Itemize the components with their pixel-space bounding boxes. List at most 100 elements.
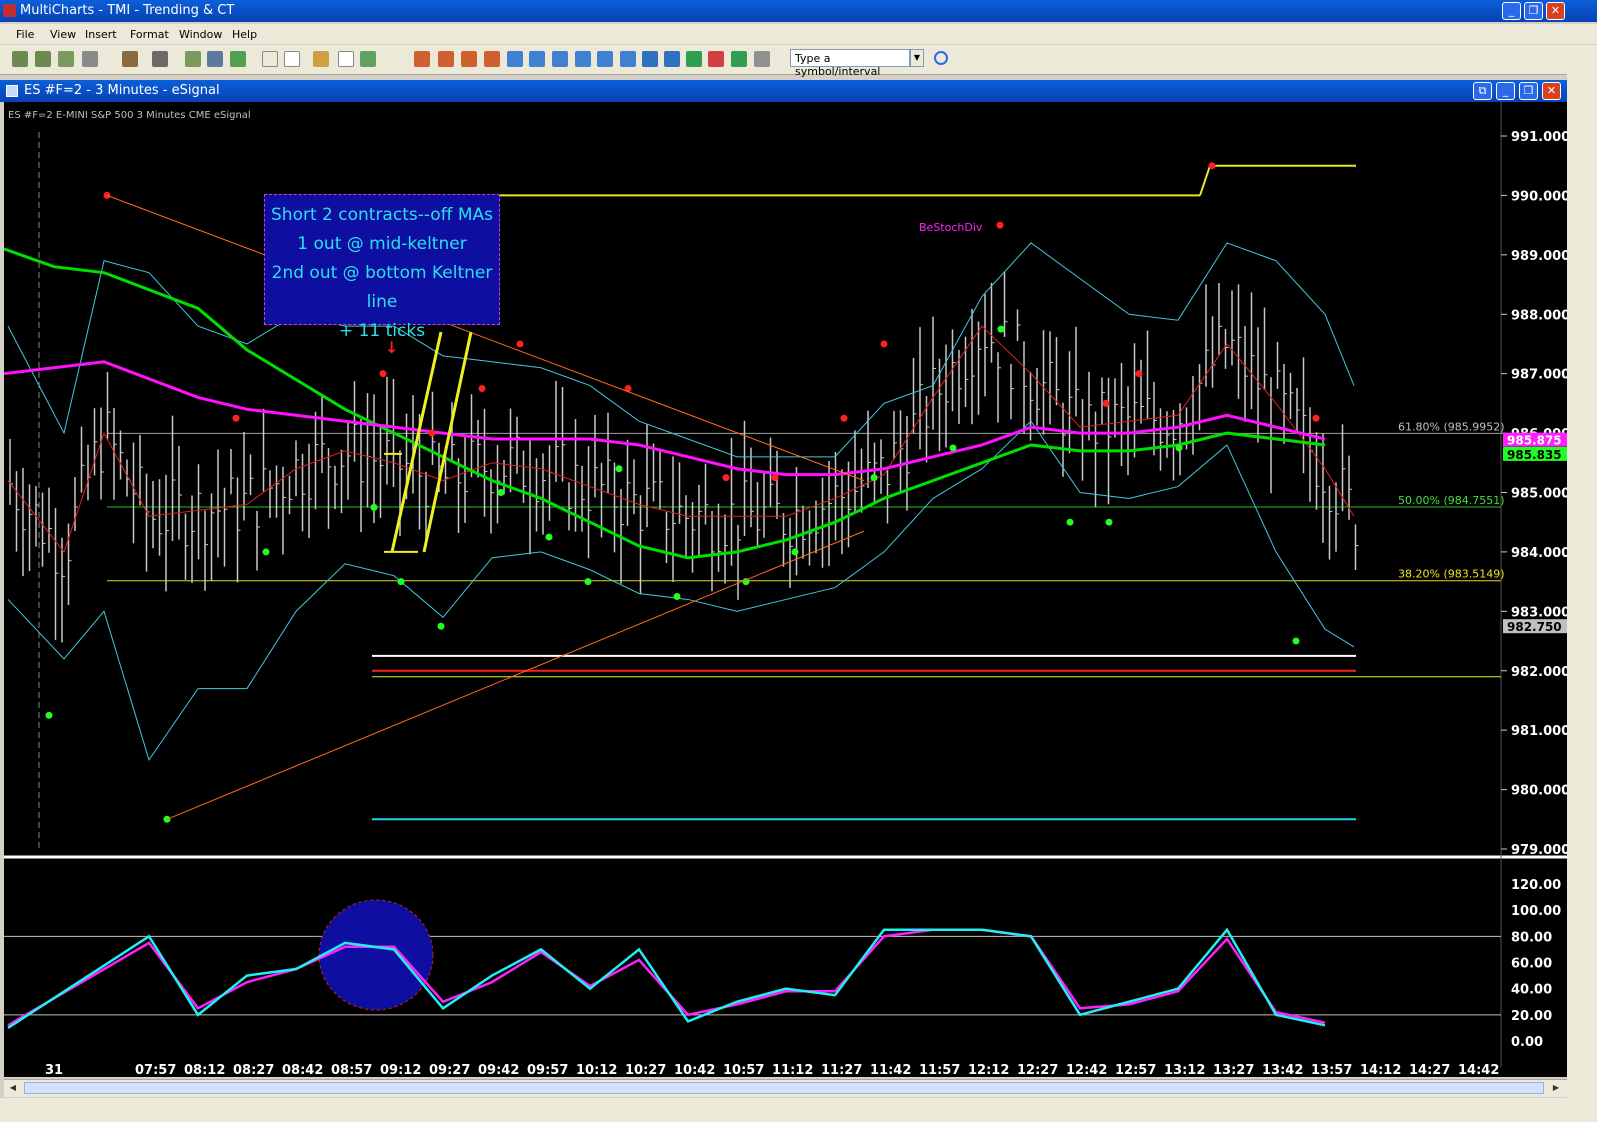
time-axis-label: 09:42 (478, 1063, 519, 1077)
menu-file[interactable]: File (16, 28, 34, 41)
time-axis-label: 11:12 (772, 1063, 813, 1077)
osc-scale-label: 120.00 (1511, 878, 1561, 893)
window-border (1567, 74, 1597, 1098)
annotation-line-1: Short 2 contracts--off MAs (271, 205, 493, 225)
menu-bar: File View Insert Format Window Help (0, 24, 1597, 44)
minimize-button[interactable]: _ (1502, 2, 1521, 20)
annotation-line-3: 2nd out @ bottom Keltner line (271, 263, 493, 312)
osc-scale-label: 100.00 (1511, 904, 1561, 919)
stoch-highlight-circle (318, 899, 434, 1011)
zoom-out-icon[interactable] (664, 51, 680, 67)
swing-high-dot (1208, 162, 1216, 170)
scroll-left-arrow-icon[interactable]: ◀ (6, 1082, 20, 1094)
zoom-in-icon[interactable] (642, 51, 658, 67)
swing-high-dot (771, 474, 779, 482)
swing-low-dot (1066, 518, 1074, 526)
swing-low-dot (584, 578, 592, 586)
indicator-icon[interactable] (207, 51, 223, 67)
price-scale-label: 981.000 (1511, 724, 1567, 739)
menu-view[interactable]: View (50, 28, 76, 41)
expand-icon[interactable] (484, 51, 500, 67)
price-scale-label: 990.000 (1511, 189, 1567, 204)
chart-window-title: ES #F=2 - 3 Minutes - eSignal (24, 83, 220, 98)
fib-level-label: 38.20% (983.5149) (1398, 568, 1505, 581)
format-icon[interactable] (122, 51, 138, 67)
check-icon[interactable] (230, 51, 246, 67)
scrollbar-thumb[interactable] (24, 1082, 1544, 1094)
shift-left-icon[interactable] (552, 51, 568, 67)
price-chart-svg[interactable]: 61.80% (985.9952) 50.00% (984.7551) 38.20%… (4, 102, 1567, 1077)
scroll-right-icon[interactable] (438, 51, 454, 67)
price-scale-label: 985.000 (1511, 487, 1567, 502)
scroll-left-icon[interactable] (414, 51, 430, 67)
swing-low-dot (262, 548, 270, 556)
osc-scale-label: 20.00 (1511, 1009, 1552, 1024)
time-axis-label: 09:57 (527, 1063, 568, 1077)
price-scale-label: 987.000 (1511, 368, 1567, 383)
menu-insert[interactable]: Insert (85, 28, 117, 41)
time-axis-label: 09:27 (429, 1063, 470, 1077)
data-window-icon[interactable] (152, 51, 168, 67)
comment-icon[interactable] (313, 51, 329, 67)
shift-right-icon[interactable] (575, 51, 591, 67)
hourglass-icon[interactable] (461, 51, 477, 67)
menu-format[interactable]: Format (130, 28, 169, 41)
trade-annotation-box[interactable]: Short 2 contracts--off MAs 1 out @ mid-k… (264, 194, 500, 341)
move-icon[interactable] (620, 51, 636, 67)
time-axis-label: 10:27 (625, 1063, 666, 1077)
menu-window[interactable]: Window (179, 28, 222, 41)
swing-high-dot (1135, 370, 1143, 378)
time-axis-label: 31 (45, 1063, 63, 1077)
swing-low-dot (370, 503, 378, 511)
swing-high-dot (722, 474, 730, 482)
settings-icon[interactable] (754, 51, 770, 67)
time-axis-label: 10:12 (576, 1063, 617, 1077)
time-axis-label: 12:12 (968, 1063, 1009, 1077)
last-price-marker-label: 982.750 (1507, 620, 1562, 634)
horizontal-scrollbar[interactable]: ◀ ▶ (4, 1079, 1567, 1097)
clock-icon[interactable] (934, 51, 948, 65)
stop-icon[interactable] (708, 51, 724, 67)
refresh-icon[interactable] (686, 51, 702, 67)
strategy-icon[interactable] (185, 51, 201, 67)
swing-low-dot (997, 325, 1005, 333)
time-axis-label: 08:42 (282, 1063, 323, 1077)
reload-icon[interactable] (731, 51, 747, 67)
time-axis-label: 10:57 (723, 1063, 764, 1077)
chart-window-arrange-button[interactable]: ⧉ (1473, 82, 1492, 100)
fib-level-label: 61.80% (985.9952) (1398, 420, 1505, 433)
symbol-input[interactable]: Type a symbol/interval (790, 49, 910, 78)
fib-level-label: 50.00% (984.7551) (1398, 494, 1505, 507)
new-chart-icon[interactable] (12, 51, 28, 67)
swing-high-dot (840, 414, 848, 422)
app-icon (3, 4, 16, 17)
drawing-tool-icon[interactable] (338, 51, 354, 67)
price-scale-label: 988.000 (1511, 308, 1567, 323)
new-scanner-icon[interactable] (35, 51, 51, 67)
crosshair-icon[interactable] (284, 51, 300, 67)
menu-help[interactable]: Help (232, 28, 257, 41)
time-axis-label: 12:57 (1115, 1063, 1156, 1077)
swing-low-dot (397, 578, 405, 586)
new-dom-icon[interactable] (58, 51, 74, 67)
time-axis-label: 13:27 (1213, 1063, 1254, 1077)
chart-window-restore-button[interactable]: ❐ (1519, 82, 1538, 100)
scale-down-icon[interactable] (529, 51, 545, 67)
restore-button[interactable]: ❐ (1524, 2, 1543, 20)
price-scale-label: 979.000 (1511, 843, 1567, 858)
workspace-icon[interactable] (82, 51, 98, 67)
symbol-dropdown-icon[interactable]: ▼ (910, 49, 924, 67)
chart-window-minimize-button[interactable]: _ (1496, 82, 1515, 100)
scale-up-icon[interactable] (507, 51, 523, 67)
swing-low-dot (1105, 518, 1113, 526)
close-button[interactable]: ✕ (1546, 2, 1565, 20)
swing-low-dot (545, 533, 553, 541)
fit-icon[interactable] (597, 51, 613, 67)
cursor-icon[interactable] (262, 51, 278, 67)
chart-area[interactable]: 61.80% (985.9952) 50.00% (984.7551) 38.20%… (4, 102, 1567, 1077)
scroll-right-arrow-icon[interactable]: ▶ (1549, 1082, 1563, 1094)
time-axis-label: 11:57 (919, 1063, 960, 1077)
chart-window-close-button[interactable]: ✕ (1542, 82, 1561, 100)
swing-high-dot (1102, 399, 1110, 407)
trade-tool-icon[interactable] (360, 51, 376, 67)
